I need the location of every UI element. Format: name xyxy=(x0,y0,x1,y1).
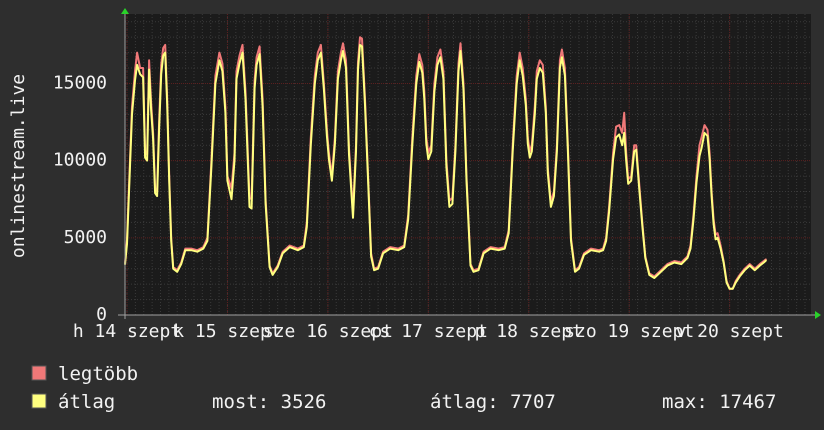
legend-swatch-legtobb xyxy=(31,365,47,381)
y-tick-label: 10000 xyxy=(53,150,107,171)
legend-swatch-atlag xyxy=(31,393,47,409)
stat-atlag: átlag: 7707 xyxy=(430,391,556,413)
y-tick-label: 15000 xyxy=(53,72,107,93)
chart: 050001000015000h 14 szeptk 15 szeptsze 1… xyxy=(0,0,824,430)
x-tick-label: h 14 szept xyxy=(73,321,181,342)
x-tick-label: v 20 szept xyxy=(675,321,783,342)
stat-max: max: 17467 xyxy=(662,391,776,413)
legend-label-legtobb: legtöbb xyxy=(58,363,138,385)
stat-most: most: 3526 xyxy=(212,391,326,413)
y-tick-label: 5000 xyxy=(64,227,107,248)
stats: most: 3526 átlag: 7707 max: 17467 xyxy=(212,391,776,413)
y-axis-label: onlinestream.live xyxy=(8,74,29,258)
x-tick-label: cs 17 szept xyxy=(369,321,488,342)
legend-label-atlag: átlag xyxy=(58,391,115,413)
